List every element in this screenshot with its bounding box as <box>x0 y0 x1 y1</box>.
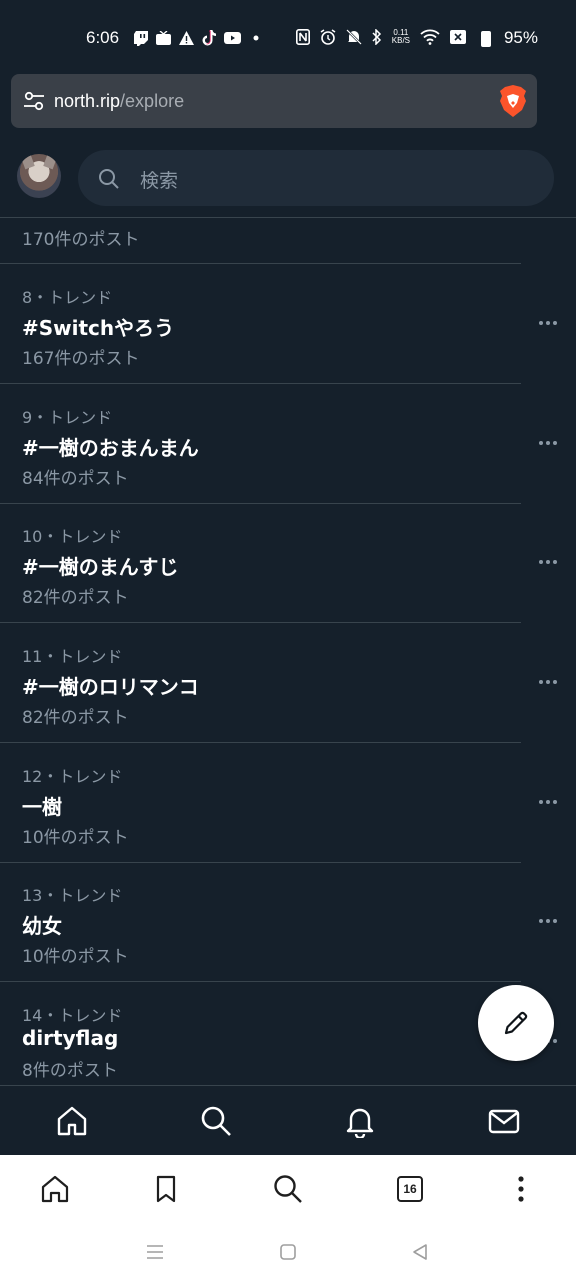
browser-home-icon[interactable] <box>39 1173 71 1205</box>
list-item[interactable]: 8・トレンド #Switchやろう 167件のポスト <box>0 264 576 384</box>
tabs-button[interactable]: 16 <box>394 1173 426 1205</box>
dot-icon <box>253 35 259 41</box>
trend-title[interactable]: #一樹のおまんまん <box>22 432 199 461</box>
trend-title[interactable]: dirtyflag <box>22 1026 118 1050</box>
trend-rank: 14・トレンド <box>22 1006 123 1025</box>
trend-post-count: 170件のポスト <box>22 230 140 250</box>
site-settings-icon[interactable] <box>23 90 45 112</box>
trend-title[interactable]: #Switchやろう <box>22 312 174 341</box>
more-options-icon[interactable] <box>538 436 558 450</box>
more-options-icon[interactable] <box>538 316 558 330</box>
trend-post-count: 10件のポスト <box>22 947 129 967</box>
list-item[interactable]: 13・トレンド 幼女 10件のポスト <box>0 862 576 982</box>
no-sim-icon <box>450 30 466 44</box>
battery-icon <box>481 31 491 47</box>
trend-rank: 11・トレンド <box>22 647 123 666</box>
more-options-icon[interactable] <box>538 675 558 689</box>
more-options-icon[interactable] <box>538 795 558 809</box>
trend-post-count: 8件のポスト <box>22 1061 118 1081</box>
browser-toolbar: 16 <box>0 1155 576 1225</box>
trend-rank: 9・トレンド <box>22 408 113 427</box>
trend-rank: 12・トレンド <box>22 767 123 786</box>
status-bar: 6:06 0.11 KB/S 95% <box>0 0 576 72</box>
avatar[interactable] <box>17 154 61 198</box>
twitch-icon <box>134 30 148 46</box>
home-icon[interactable] <box>55 1104 89 1138</box>
warning-icon <box>179 31 194 45</box>
address-bar[interactable]: north.rip/explore <box>11 74 537 128</box>
list-item[interactable]: 9・トレンド #一樹のおまんまん 84件のポスト <box>0 384 576 504</box>
trend-post-count: 82件のポスト <box>22 588 129 608</box>
search-placeholder: 検索 <box>140 170 179 192</box>
nfc-icon <box>295 29 310 45</box>
alarm-icon <box>320 29 336 45</box>
trend-post-count: 10件のポスト <box>22 828 129 848</box>
url-path: /explore <box>120 91 185 111</box>
mute-icon <box>345 29 362 45</box>
network-speed-unit: KB/S <box>391 36 410 45</box>
app-bottom-nav <box>0 1085 576 1155</box>
tab-count: 16 <box>397 1176 423 1202</box>
status-time: 6:06 <box>86 28 120 47</box>
explore-header: 検索 <box>0 140 576 218</box>
home-nav-icon[interactable] <box>277 1241 299 1263</box>
trend-rank: 13・トレンド <box>22 886 123 905</box>
list-item[interactable]: 10・トレンド #一樹のまんすじ 82件のポスト <box>0 503 576 623</box>
tiktok-icon <box>202 30 216 46</box>
system-nav-bar <box>0 1225 576 1280</box>
list-item[interactable]: 11・トレンド #一樹のロリマンコ 82件のポスト <box>0 623 576 743</box>
trend-list: 170件のポスト 8・トレンド #Switchやろう 167件のポスト 9・トレ… <box>0 219 576 1085</box>
more-menu-icon[interactable] <box>505 1173 537 1205</box>
search-input[interactable]: 検索 <box>78 150 554 206</box>
pencil-icon <box>504 1011 528 1035</box>
browser-search-icon[interactable] <box>272 1173 304 1205</box>
search-icon[interactable] <box>199 1104 233 1138</box>
compose-post-button[interactable] <box>478 985 554 1061</box>
trend-title[interactable]: 幼女 <box>22 910 62 939</box>
search-icon <box>99 169 119 189</box>
notification-icons <box>134 30 263 46</box>
url-text[interactable]: north.rip/explore <box>54 91 184 112</box>
trend-title[interactable]: #一樹のロリマンコ <box>22 671 199 700</box>
brave-shields-icon[interactable] <box>497 84 529 118</box>
trend-title[interactable]: 一樹 <box>22 791 62 820</box>
trend-post-count: 82件のポスト <box>22 708 129 728</box>
battery-level: 95% <box>503 28 538 47</box>
bookmark-icon[interactable] <box>150 1173 182 1205</box>
wifi-icon <box>420 29 440 45</box>
notifications-bell-icon[interactable] <box>343 1104 377 1138</box>
list-item[interactable]: 12・トレンド 一樹 10件のポスト <box>0 743 576 863</box>
tv-icon <box>156 31 171 45</box>
trend-post-count: 167件のポスト <box>22 349 140 369</box>
system-status-icons: 0.11 KB/S <box>295 29 466 45</box>
network-speed: 0.11 KB/S <box>392 29 410 45</box>
more-options-icon[interactable] <box>538 914 558 928</box>
avatar-ear-right <box>43 154 57 170</box>
bluetooth-icon <box>372 29 381 45</box>
trend-post-count: 84件のポスト <box>22 469 129 489</box>
youtube-icon <box>224 32 241 44</box>
more-options-icon[interactable] <box>538 555 558 569</box>
recent-apps-icon[interactable] <box>144 1241 166 1263</box>
trend-rank: 8・トレンド <box>22 288 113 307</box>
trend-rank: 10・トレンド <box>22 527 123 546</box>
messages-mail-icon[interactable] <box>487 1104 521 1138</box>
trend-title[interactable]: #一樹のまんすじ <box>22 551 178 580</box>
url-host: north.rip <box>54 91 121 111</box>
avatar-ear-left <box>21 154 35 170</box>
back-nav-icon[interactable] <box>409 1241 431 1263</box>
